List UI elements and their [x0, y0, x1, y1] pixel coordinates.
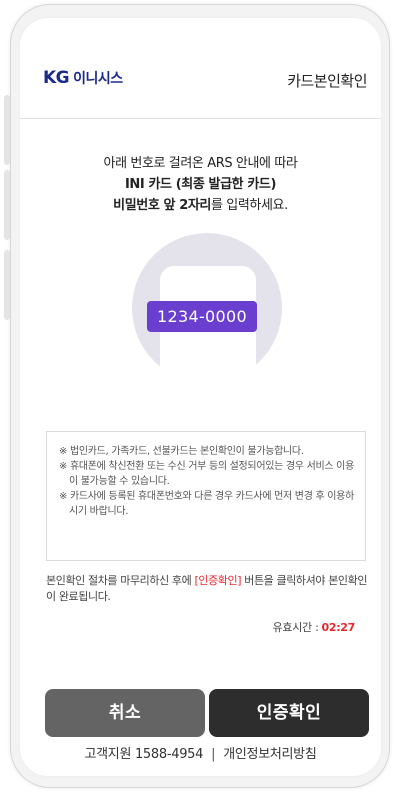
footer-separator: | [211, 747, 216, 762]
privacy-policy-link[interactable]: 개인정보처리방침 [223, 747, 317, 762]
side-button [4, 250, 10, 320]
customer-support-link[interactable]: 고객지원 1588-4954 [84, 747, 203, 762]
screen: KG 이니시스 카드본인확인 아래 번호로 걸려온 ARS 안내에 따라 INI … [20, 18, 381, 776]
guide-text: 아래 번호로 걸려온 ARS 안내에 따라 INI 카드 (최종 발급한 카드)… [20, 153, 381, 216]
notice-item: ※ 휴대폰에 착신전환 또는 수신 거부 등의 설정되어있는 경우 서비스 이용… [59, 461, 354, 487]
cancel-button[interactable]: 취소 [45, 689, 205, 737]
guide-line-2: INI 카드 (최종 발급한 카드) [125, 177, 276, 192]
completion-info: 본인확인 절차를 마무리하신 후에 [인증확인] 버튼을 클릭하셔야 본인확인이… [46, 574, 368, 603]
side-button [4, 95, 10, 165]
footer: 고객지원 1588-4954 | 개인정보처리방침 [20, 743, 381, 762]
header: KG 이니시스 카드본인확인 [20, 18, 381, 119]
confirm-highlight: [인증확인] [194, 574, 242, 587]
timer-value: 02:27 [321, 621, 355, 634]
side-button [4, 170, 10, 240]
guide-line-3: 비밀번호 앞 2자리를 입력하세요. [113, 198, 288, 213]
notice-item: ※ 카드사에 등록된 휴대폰번호와 다른 경우 카드사에 먼저 변경 후 이용하… [59, 491, 354, 517]
kg-inicis-logo: KG 이니시스 [43, 68, 123, 88]
ars-number-badge: 1234-0000 [147, 301, 257, 332]
page-title: 카드본인확인 [287, 72, 367, 90]
confirm-button[interactable]: 인증확인 [209, 689, 369, 737]
guide-line-1: 아래 번호로 걸려온 ARS 안내에 따라 [103, 156, 298, 171]
validity-timer: 유효시간 :02:27 [272, 621, 356, 634]
notice-item: ※ 법인카드, 가족카드, 선불카드는 본인확인이 불가능합니다. [59, 446, 304, 457]
notice-box: ※ 법인카드, 가족카드, 선불카드는 본인확인이 불가능합니다. ※ 휴대폰에… [46, 431, 366, 561]
